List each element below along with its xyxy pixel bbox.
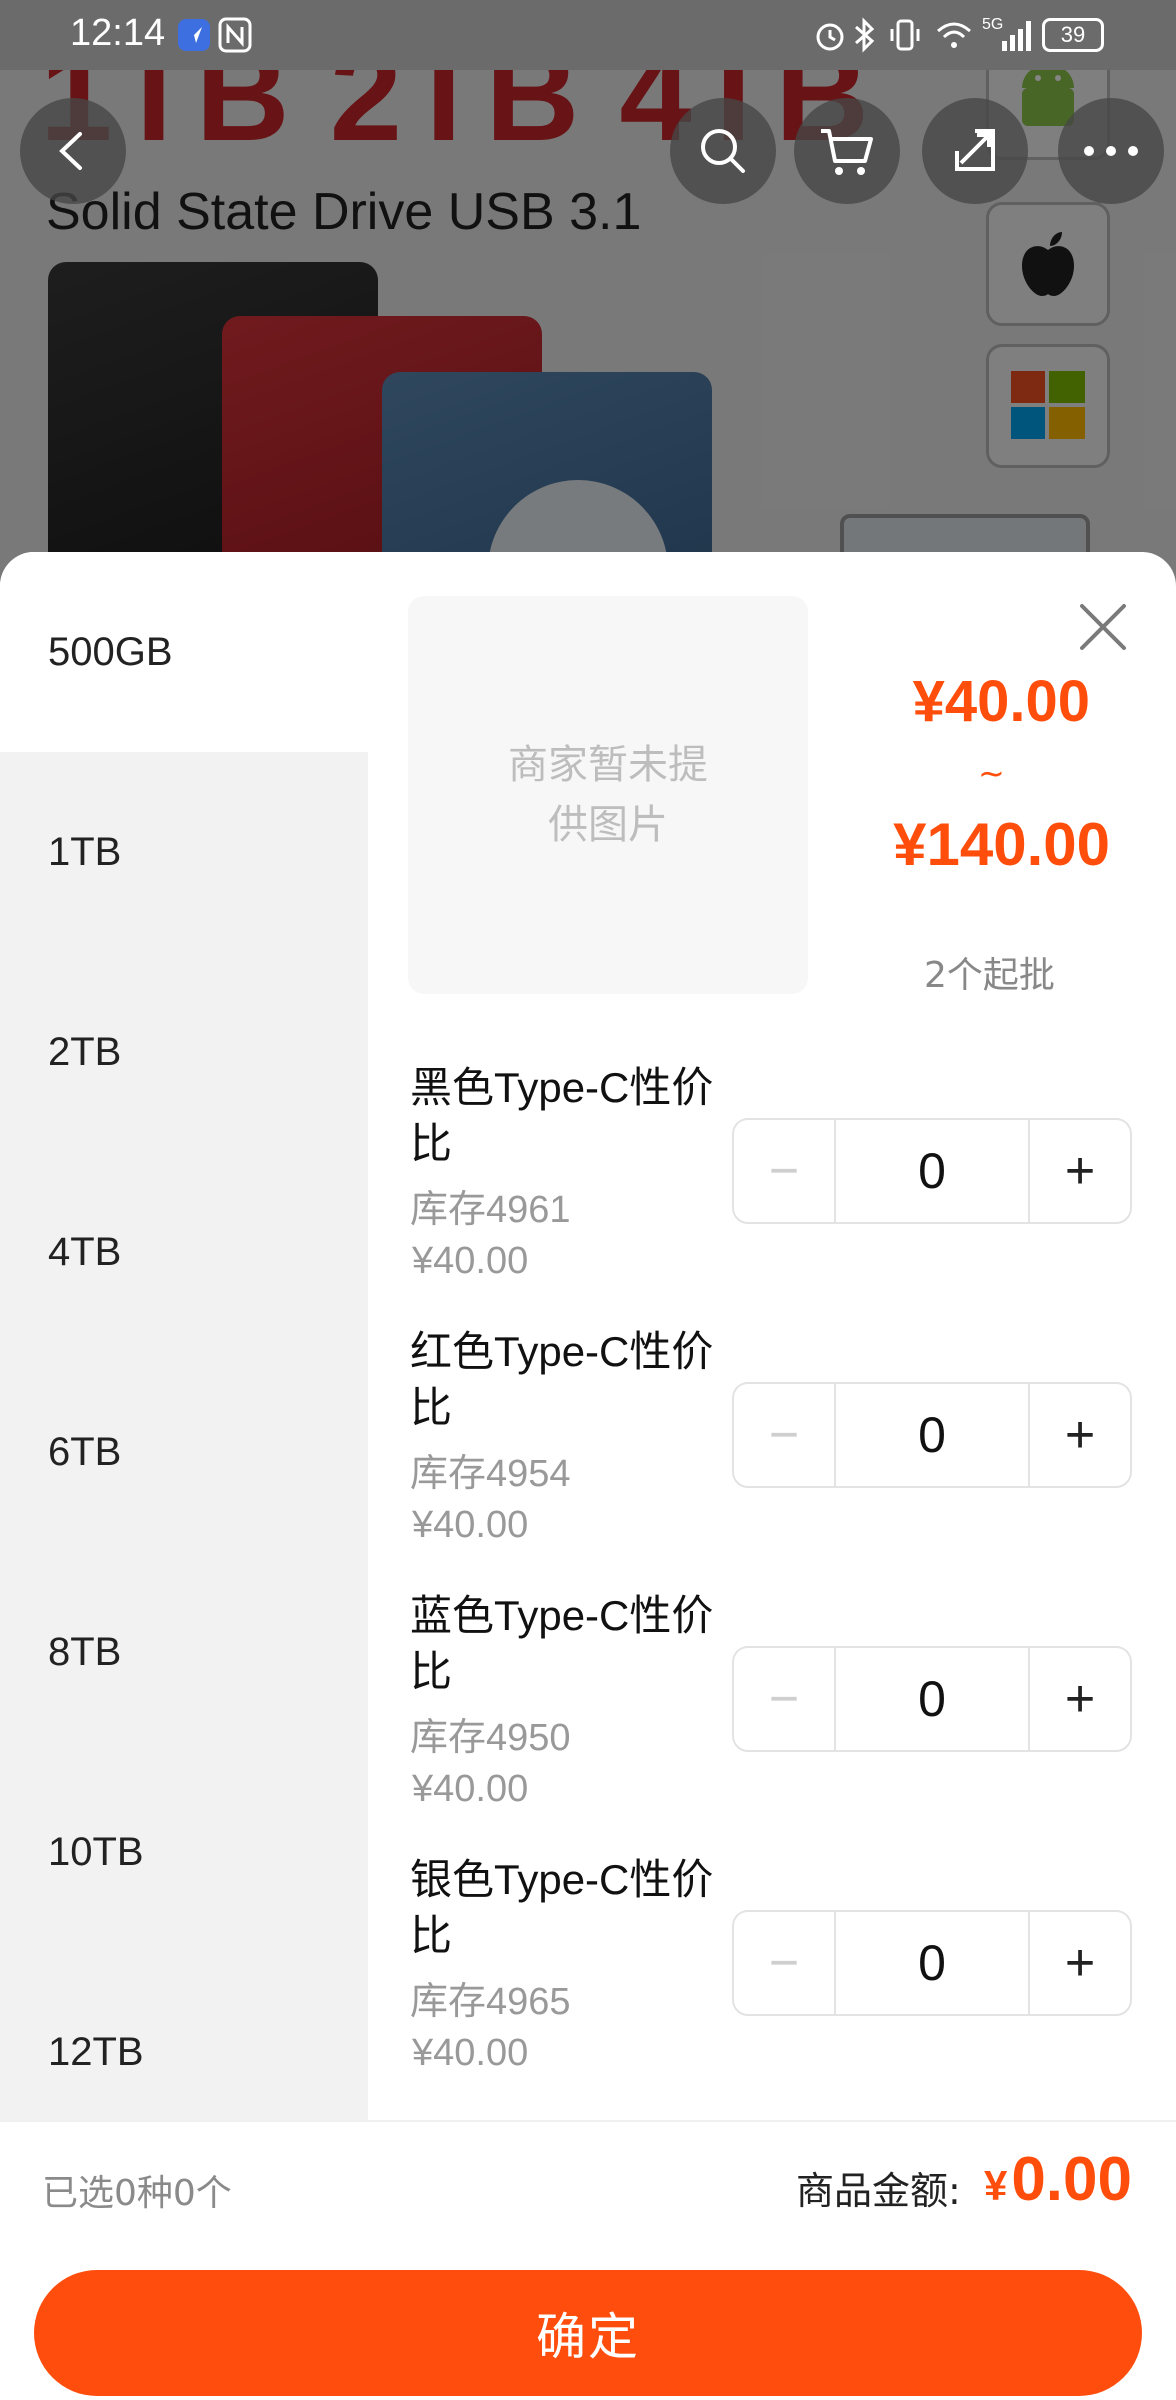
close-button[interactable]: [1068, 592, 1138, 662]
decrease-button[interactable]: −: [734, 1648, 836, 1750]
variant-row: 银色Type-C性价比 库存4965 ¥40.00 − 0 +: [410, 1852, 1150, 2114]
capacity-item-8tb[interactable]: 8TB: [0, 1552, 368, 1752]
variant-price: ¥40.00: [412, 1504, 529, 1546]
increase-button[interactable]: +: [1028, 1384, 1130, 1486]
variant-name: 黑色Type-C性价比: [410, 1064, 714, 1167]
cart-button[interactable]: [794, 98, 900, 204]
capacity-item-2tb[interactable]: 2TB: [0, 952, 368, 1152]
battery-indicator: 39: [1042, 18, 1104, 52]
wifi-icon: [934, 16, 974, 54]
vibrate-icon: [888, 16, 922, 54]
more-icon: [1084, 146, 1138, 156]
capacity-item-4tb[interactable]: 4TB: [0, 1152, 368, 1352]
quantity-stepper: − 0 +: [732, 1118, 1132, 1224]
quantity-input[interactable]: 0: [836, 1120, 1028, 1222]
capacity-item-500gb[interactable]: 500GB: [0, 552, 368, 752]
increase-button[interactable]: +: [1028, 1912, 1130, 2014]
confirm-button[interactable]: 确定: [34, 2270, 1142, 2396]
decrease-button[interactable]: −: [734, 1912, 836, 2014]
share-icon: [955, 129, 995, 171]
capacity-sidebar: 500GB 1TB 2TB 4TB 6TB 8TB 10TB 12TB: [0, 552, 368, 2120]
status-bar: 12:14 5G 39: [0, 0, 1176, 70]
close-icon: [1080, 604, 1126, 650]
min-order-text: 2个起批: [924, 955, 1055, 996]
alarm-icon: [812, 16, 848, 54]
total-label: 商品金额:: [796, 2169, 961, 2213]
total-amount: ¥0.00: [984, 2144, 1132, 2215]
increase-button[interactable]: +: [1028, 1120, 1130, 1222]
total-currency: ¥: [983, 2162, 1008, 2209]
capacity-item-10tb[interactable]: 10TB: [0, 1752, 368, 1952]
total-value: 0.00: [1011, 2145, 1132, 2214]
share-button[interactable]: [922, 98, 1028, 204]
decrease-button[interactable]: −: [734, 1384, 836, 1486]
capacity-item-6tb[interactable]: 6TB: [0, 1352, 368, 1552]
quantity-stepper: − 0 +: [732, 1910, 1132, 2016]
more-button[interactable]: [1058, 98, 1164, 204]
quantity-input[interactable]: 0: [836, 1384, 1028, 1486]
quantity-input[interactable]: 0: [836, 1648, 1028, 1750]
price-low: ¥40.00: [912, 669, 1090, 734]
price-separator: ~: [978, 754, 1005, 792]
variant-name: 红色Type-C性价比: [410, 1328, 714, 1431]
price-high: ¥140.00: [893, 811, 1110, 878]
back-button[interactable]: [20, 98, 126, 204]
variant-price: ¥40.00: [412, 1768, 529, 1810]
quantity-stepper: − 0 +: [732, 1646, 1132, 1752]
variant-row: 黑色Type-C性价比 库存4961 ¥40.00 − 0 +: [410, 1060, 1150, 1322]
decrease-button[interactable]: −: [734, 1120, 836, 1222]
variant-stock: 库存4965: [410, 1981, 571, 2023]
nfc-icon: [218, 16, 252, 54]
variant-price: ¥40.00: [412, 2032, 529, 2074]
search-button[interactable]: [670, 98, 776, 204]
back-arrow-icon: [59, 132, 82, 170]
variant-row: 蓝色Type-C性价比 库存4950 ¥40.00 − 0 +: [410, 1588, 1150, 1850]
sku-selection-sheet: 500GB 1TB 2TB 4TB 6TB 8TB 10TB 12TB 商家暂未…: [0, 552, 1176, 2400]
thumbnail-placeholder-text: 商家暂未提供图片: [508, 742, 708, 848]
variant-stock: 库存4961: [410, 1189, 571, 1231]
bluetooth-icon: [852, 16, 878, 54]
signal-icon: [1000, 16, 1036, 54]
increase-button[interactable]: +: [1028, 1648, 1130, 1750]
order-footer: 已选0种0个 商品金额: ¥0.00 确定: [0, 2120, 1176, 2400]
location-icon: [176, 16, 212, 54]
capacity-item-1tb[interactable]: 1TB: [0, 752, 368, 952]
quantity-stepper: − 0 +: [732, 1382, 1132, 1488]
status-time: 12:14: [70, 12, 166, 54]
quantity-input[interactable]: 0: [836, 1912, 1028, 2014]
variant-price: ¥40.00: [412, 1240, 529, 1282]
variant-name: 蓝色Type-C性价比: [410, 1592, 714, 1695]
variant-stock: 库存4954: [410, 1453, 571, 1495]
variant-stock: 库存4950: [410, 1717, 571, 1759]
variant-row: 红色Type-C性价比 库存4954 ¥40.00 − 0 +: [410, 1324, 1150, 1586]
cart-icon: [821, 129, 873, 175]
overlay-dim[interactable]: [0, 0, 1176, 600]
selected-summary: 已选0种0个: [42, 2173, 232, 2214]
variant-name: 银色Type-C性价比: [410, 1856, 714, 1959]
sku-thumbnail[interactable]: 商家暂未提供图片: [408, 596, 808, 994]
search-icon: [701, 129, 745, 173]
